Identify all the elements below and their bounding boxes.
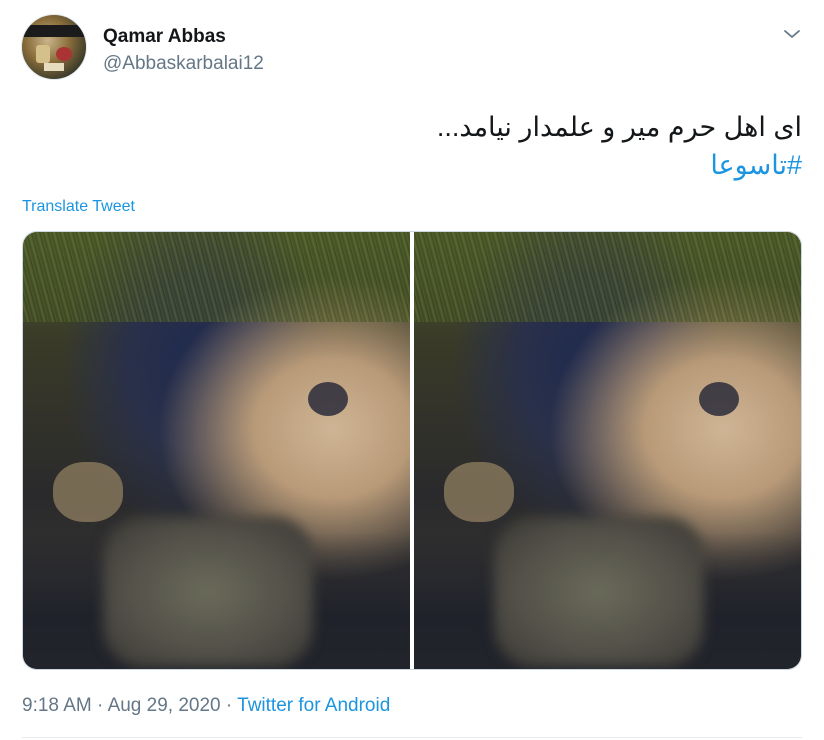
tweet-card: Qamar Abbas @Abbaskarbalai12 ای اهل حرم … [0,0,824,740]
blurred-region [494,517,704,667]
tweet-source-link[interactable]: Twitter for Android [237,695,390,716]
media-grid [22,231,802,670]
translate-tweet-link[interactable]: Translate Tweet [22,198,135,216]
avatar[interactable] [21,14,87,80]
photo-1[interactable] [23,232,410,669]
author-handle[interactable]: @Abbaskarbalai12 [103,53,264,75]
tweet-date[interactable]: Aug 29, 2020 [108,695,221,716]
tweet-meta: 9:18 AM · Aug 29, 2020 · Twitter for And… [22,695,390,717]
divider [22,737,802,738]
chevron-down-icon[interactable] [780,22,804,46]
photo-2[interactable] [414,232,801,669]
tweet-text: ای اهل حرم میر و علمدار نیامد... [436,112,802,142]
author-name[interactable]: Qamar Abbas [103,26,226,48]
tweet-time[interactable]: 9:18 AM [22,695,92,716]
hashtag-link[interactable]: #تاسوعا [710,150,802,181]
meta-separator: · [225,695,233,716]
meta-separator: · [97,695,104,716]
blurred-region [103,517,313,667]
